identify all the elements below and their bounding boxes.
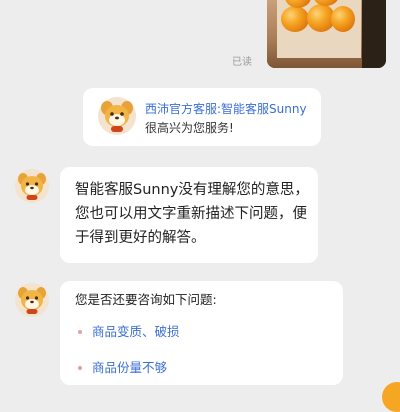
read-receipt: 已读 <box>232 57 252 68</box>
suggestion-option-label: 商品变质、破损 <box>92 324 180 339</box>
bullet-icon <box>78 365 82 370</box>
suggestion-bubble: 您是否还要咨询如下问题: 商品变质、破损 商品份量不够 <box>60 281 343 385</box>
agent-avatar <box>98 97 136 135</box>
sent-photo[interactable] <box>267 0 386 68</box>
agent-avatar[interactable] <box>14 282 50 318</box>
message-text: 智能客服Sunny没有理解您的意思，您也可以用文字重新描述下问题，便于得到更好的… <box>75 182 309 246</box>
photo-shadow <box>362 0 386 68</box>
orange <box>281 6 309 32</box>
floating-button[interactable] <box>382 382 400 412</box>
bullet-icon <box>78 329 82 334</box>
agent-subtitle: 很高兴为您服务! <box>145 121 234 135</box>
agent-title: 西沛官方客服:智能客服Sunny <box>145 102 307 116</box>
orange <box>331 6 355 32</box>
suggestion-option[interactable]: 商品份量不够 <box>78 357 167 376</box>
agent-avatar[interactable] <box>14 168 50 204</box>
suggestion-prompt: 您是否还要咨询如下问题: <box>75 292 217 307</box>
message-bubble: 智能客服Sunny没有理解您的意思，您也可以用文字重新描述下问题，便于得到更好的… <box>60 167 318 263</box>
suggestion-option-label: 商品份量不够 <box>92 360 168 375</box>
suggestion-option[interactable]: 商品变质、破损 <box>78 321 180 340</box>
